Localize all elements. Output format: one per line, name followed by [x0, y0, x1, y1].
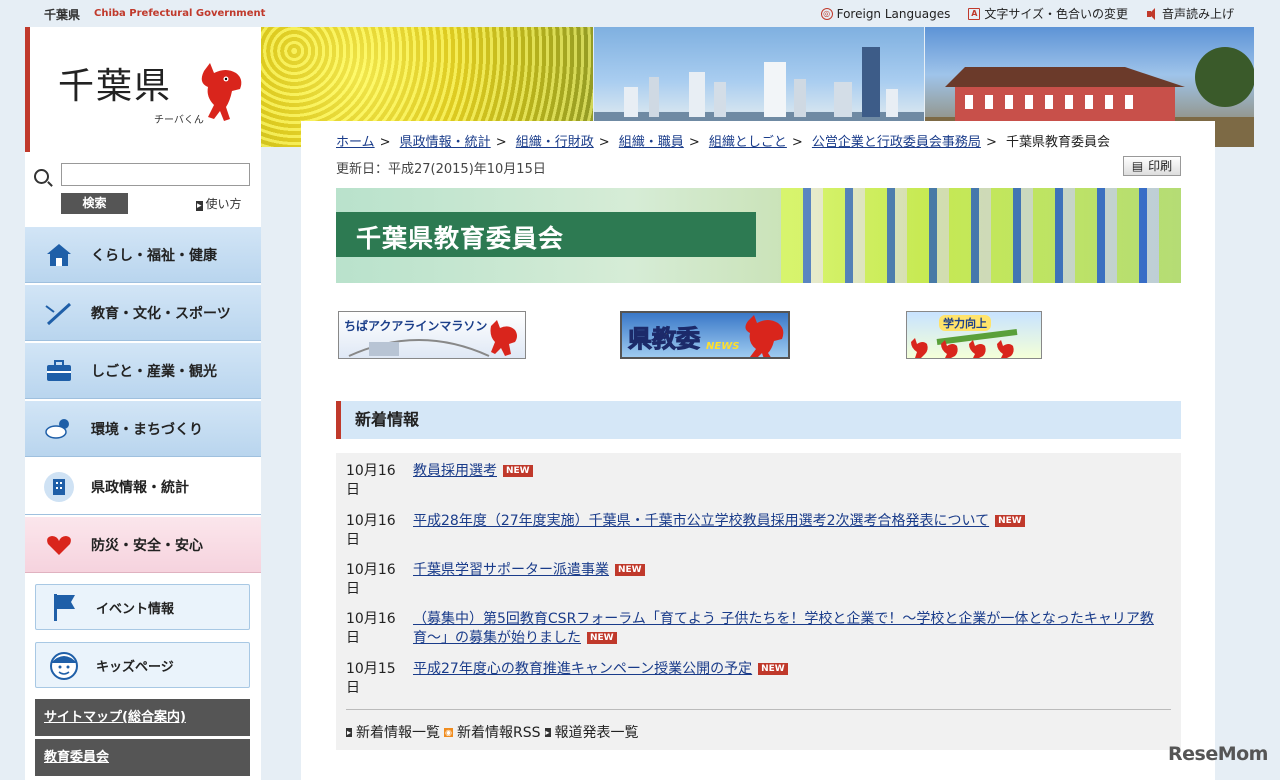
bridge-graphic	[348, 320, 517, 357]
breadcrumb-link[interactable]: 公営企業と行政委員会事務局	[812, 135, 981, 150]
globe-icon: ◎	[820, 7, 833, 20]
new-badge: NEW	[615, 564, 645, 576]
text-size-label: 文字サイズ・色合いの変更	[984, 7, 1128, 21]
breadcrumb-link[interactable]: 組織としごと	[709, 135, 787, 150]
search-input[interactable]	[61, 163, 250, 186]
academic-improvement-banner[interactable]: 学力向上	[906, 311, 1042, 359]
nav-item-environment[interactable]: 環境・まちづくり	[25, 401, 261, 457]
nav-label: 環境・まちづくり	[91, 421, 203, 438]
students-photo	[781, 188, 1181, 283]
foreign-languages-label: Foreign Languages	[836, 6, 951, 21]
event-info-label: イベント情報	[96, 601, 175, 617]
breadcrumb-link[interactable]: 県政情報・統計	[400, 135, 491, 150]
text-size-link[interactable]: A 文字サイズ・色合いの変更	[968, 5, 1128, 22]
news-banner-sub: NEWS	[706, 341, 740, 352]
news-heading: 新着情報	[336, 401, 1181, 439]
breadcrumb-current: 千葉県教育委員会	[1005, 135, 1110, 150]
press-release-link[interactable]: 報道発表一覧	[545, 722, 639, 742]
breadcrumb-link[interactable]: ホーム	[336, 135, 375, 150]
nav-item-safety[interactable]: 防災・安全・安心	[25, 517, 261, 573]
print-button[interactable]: 印刷	[1123, 156, 1181, 176]
news-date: 10月16日	[346, 611, 396, 646]
flag-icon	[48, 591, 80, 623]
prefecture-name-en: Chiba Prefectural Government	[94, 8, 266, 19]
top-links: ◎ Foreign Languages A 文字サイズ・色合いの変更 音声読み上げ	[820, 5, 1234, 22]
speaker-icon	[1146, 7, 1158, 20]
house-icon	[43, 241, 75, 269]
nav-label: くらし・福祉・健康	[91, 247, 217, 264]
speech-link[interactable]: 音声読み上げ	[1146, 5, 1234, 22]
search-help-link[interactable]: 使い方	[196, 195, 242, 212]
news-list-link[interactable]: 新着情報一覧	[346, 722, 440, 742]
nav-item-prefecture-info[interactable]: 県政情報・統計	[25, 459, 261, 515]
kid-face-icon	[48, 649, 80, 681]
foreign-languages-link[interactable]: ◎ Foreign Languages	[820, 5, 951, 22]
search-area: 検索 使い方	[25, 152, 261, 226]
prefecture-name: 千葉県	[44, 8, 81, 22]
page-hero: 千葉県教育委員会	[336, 188, 1181, 283]
search-icon	[34, 169, 49, 184]
event-info-button[interactable]: イベント情報	[35, 584, 250, 630]
weather-icon	[43, 415, 75, 443]
sitemap-link[interactable]: サイトマップ(総合案内)	[35, 699, 250, 736]
breadcrumb: ホーム > 県政情報・統計 > 組織・行財政 > 組織・職員 > 組織としごと > 公営企…	[336, 135, 1110, 150]
top-bar: 千葉県 Chiba Prefectural Government ◎ Foreig…	[0, 0, 1280, 27]
aqualine-marathon-banner[interactable]: ちばアクアラインマラソン	[338, 311, 526, 359]
news-link[interactable]: 千葉県学習サポーター派遣事業	[413, 562, 609, 578]
breadcrumb-link[interactable]: 組織・行財政	[516, 135, 594, 150]
watermark: ReseMom	[1168, 743, 1268, 765]
breadcrumb-link[interactable]: 組織・職員	[619, 135, 684, 150]
updated-date: 更新日：平成27(2015)年10月15日	[336, 162, 546, 177]
news-date: 10月16日	[346, 513, 396, 548]
page-title: 千葉県教育委員会	[356, 224, 565, 253]
kids-page-button[interactable]: キッズページ	[35, 642, 250, 688]
new-badge: NEW	[503, 465, 533, 477]
board-of-education-link[interactable]: 教育委員会	[35, 739, 250, 776]
mascots-graphic	[911, 329, 1018, 358]
briefcase-icon	[43, 357, 75, 385]
main-content: ホーム > 県政情報・統計 > 組織・行財政 > 組織・職員 > 組織としごと > 公営企…	[301, 121, 1215, 780]
site-logo[interactable]: 千葉県 チーバくん	[25, 27, 261, 152]
news-link[interactable]: 教員採用選考	[413, 463, 497, 479]
kenkyoi-news-banner[interactable]: 県教委 NEWS	[620, 311, 790, 359]
pen-icon	[43, 299, 75, 327]
chiba-kun-icon	[745, 315, 784, 357]
nav-item-living[interactable]: くらし・福祉・健康	[25, 227, 261, 283]
nav-label: 県政情報・統計	[91, 479, 189, 496]
news-link[interactable]: 平成28年度（27年度実施）千葉県・千葉市公立学校教員採用選考2次選考合格発表に…	[413, 513, 989, 529]
news-date: 10月15日	[346, 661, 396, 696]
new-badge: NEW	[995, 515, 1025, 527]
nav-label: 教育・文化・スポーツ	[91, 305, 231, 322]
nav-label: 防災・安全・安心	[91, 537, 203, 554]
news-date: 10月16日	[346, 463, 396, 498]
news-footer-links: 新着情報一覧 新着情報RSS 報道発表一覧	[346, 709, 1171, 742]
left-sidebar: 千葉県 チーバくん 検索 使い方 くらし・福祉・健康 教育・文化・スポーツ しご…	[25, 27, 261, 780]
kids-page-label: キッズページ	[96, 659, 174, 675]
news-date: 10月16日	[346, 562, 396, 597]
nav-item-education[interactable]: 教育・文化・スポーツ	[25, 285, 261, 341]
nav-item-work[interactable]: しごと・産業・観光	[25, 343, 261, 399]
news-rss-link[interactable]: 新着情報RSS	[444, 722, 541, 742]
search-button[interactable]: 検索	[61, 193, 128, 214]
mascot-caption: チーバくん	[154, 115, 204, 126]
new-badge: NEW	[587, 632, 617, 644]
news-banner-title: 県教委	[628, 325, 701, 354]
text-size-icon: A	[968, 7, 981, 20]
news-link[interactable]: 平成27年度心の教育推進キャンペーン授業公開の予定	[413, 661, 752, 677]
logo-title: 千葉県	[58, 66, 173, 107]
heart-icon	[43, 531, 75, 559]
nav-label: しごと・産業・観光	[91, 363, 217, 380]
new-badge: NEW	[758, 663, 788, 675]
news-list: 10月16日 教員採用選考 NEW 10月16日 平成28年度（27年度実施）千葉…	[336, 453, 1181, 750]
speech-label: 音声読み上げ	[1161, 7, 1234, 21]
building-icon	[43, 471, 75, 502]
news-link[interactable]: （募集中）第5回教育CSRフォーラム「育てよう 子供たちを！学校と企業で！～学校…	[413, 611, 1154, 646]
